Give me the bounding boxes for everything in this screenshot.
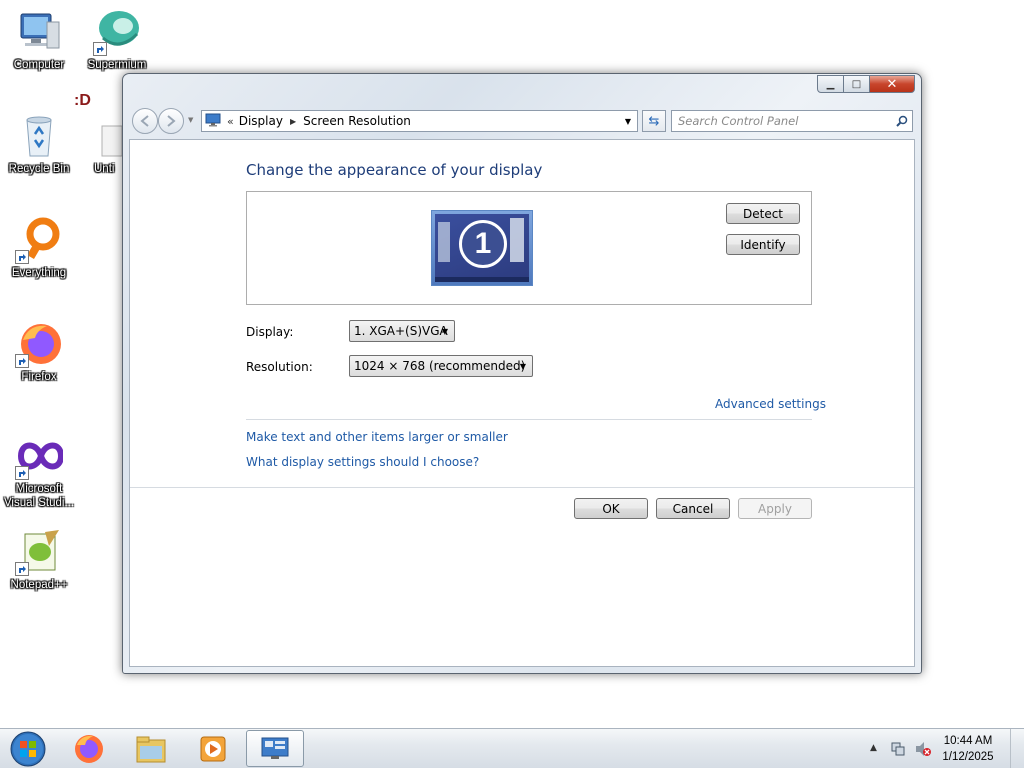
desktop-icon-label: Supermium [87, 59, 147, 71]
clock-date: 1/12/2025 [942, 751, 994, 763]
page-title: Change the appearance of your display [246, 161, 543, 179]
desktop-icon-label: Unti [94, 163, 115, 175]
monitor-screen: 1 [435, 214, 529, 282]
forward-button[interactable] [158, 108, 184, 134]
cancel-button[interactable]: Cancel [656, 498, 730, 519]
monitor-number: 1 [459, 220, 507, 268]
detect-button[interactable]: Detect [726, 203, 800, 224]
clock[interactable]: 10:44 AM 1/12/2025 [940, 733, 996, 765]
search-icon[interactable] [892, 115, 912, 127]
smiley-text: :D [74, 92, 91, 109]
desktop-icon-label: Recycle Bin [8, 163, 70, 175]
close-button[interactable]: ✕ [870, 75, 915, 93]
visual-studio-icon [15, 432, 63, 480]
recycle-bin-icon [15, 112, 63, 160]
display-control-panel-icon [205, 113, 223, 129]
taskbar: ▲ 10:44 AM 1/12/2025 [0, 728, 1024, 768]
monitor-preview-window [510, 218, 524, 262]
back-button[interactable] [132, 108, 158, 134]
breadcrumb-separator-icon[interactable]: ▶ [290, 117, 296, 126]
desktop-icon-label: Firefox [21, 371, 57, 383]
firefox-icon [75, 734, 103, 763]
footer-divider [130, 487, 914, 488]
display-settings-help-link[interactable]: What display settings should I choose? [246, 455, 479, 469]
shortcut-arrow-icon [15, 354, 29, 368]
clock-time: 10:44 AM [943, 735, 993, 747]
refresh-button[interactable]: ⇆ [642, 110, 666, 132]
display-select-value: 1. XGA+(S)VGA [354, 324, 448, 338]
desktop-icon-visual-studio[interactable]: Microsoft Visual Studi... [1, 432, 77, 510]
firefox-icon [15, 320, 63, 368]
shortcut-arrow-icon [15, 562, 29, 576]
start-button[interactable] [3, 730, 49, 768]
address-dropdown-icon[interactable]: ▼ [619, 111, 637, 131]
identify-button[interactable]: Identify [726, 234, 800, 255]
desktop-icon-everything[interactable]: Everything [1, 216, 77, 280]
address-bar[interactable]: « Display ▶ Screen Resolution ▼ [201, 110, 638, 132]
breadcrumb-display[interactable]: Display [239, 114, 283, 128]
desktop-icon-label: Everything [11, 267, 67, 279]
supermium-icon [93, 8, 141, 56]
minimize-button[interactable]: ▁ [817, 75, 844, 93]
breadcrumb-screen-resolution[interactable]: Screen Resolution [303, 114, 411, 128]
show-desktop-button[interactable] [1010, 729, 1024, 768]
advanced-settings-link[interactable]: Advanced settings [715, 397, 826, 411]
volume-muted-icon[interactable] [914, 741, 932, 760]
content-pane: Change the appearance of your display 1 … [129, 139, 915, 667]
apply-button[interactable]: Apply [738, 498, 812, 519]
system-tray: ▲ 10:44 AM 1/12/2025 [866, 729, 1024, 768]
forward-arrow-icon [167, 115, 176, 127]
show-hidden-icons-icon[interactable]: ▲ [870, 743, 877, 753]
desktop-icon-label: Notepad++ [10, 579, 68, 591]
display-settings-icon [261, 737, 289, 759]
monitor-1-preview[interactable]: 1 [431, 210, 533, 286]
resolution-select[interactable]: 1024 × 768 (recommended) ▼ [349, 355, 533, 377]
back-arrow-icon [140, 115, 149, 127]
resolution-label: Resolution: [246, 360, 313, 374]
folder-icon [136, 736, 166, 762]
search-box[interactable] [671, 110, 913, 132]
document-icon [80, 112, 122, 160]
refresh-icon: ⇆ [648, 113, 660, 129]
ok-button[interactable]: OK [574, 498, 648, 519]
display-label: Display: [246, 325, 294, 339]
navigation-bar: ▼ « Display ▶ Screen Resolution ▼ ⇆ [130, 108, 914, 134]
network-icon[interactable] [890, 741, 906, 760]
shortcut-arrow-icon [15, 250, 29, 264]
desktop-icon-label: Microsoft Visual Studi... [3, 483, 75, 509]
media-player-icon [200, 736, 226, 761]
taskbar-firefox[interactable] [60, 730, 118, 767]
monitor-preview-window [438, 222, 450, 262]
chevron-down-icon: ▼ [441, 327, 448, 336]
desktop-icon-label: Computer [13, 59, 65, 71]
search-input[interactable] [672, 112, 892, 130]
section-divider [246, 419, 812, 420]
maximize-button[interactable]: □ [844, 75, 870, 93]
notepad-plus-plus-icon [15, 528, 63, 576]
desktop-icon-notepad-plus-plus[interactable]: Notepad++ [1, 528, 77, 592]
desktop-icon-computer[interactable]: Computer [1, 8, 77, 72]
everything-search-icon [15, 216, 63, 264]
monitor-taskbar [435, 277, 529, 282]
text-size-link[interactable]: Make text and other items larger or smal… [246, 430, 508, 444]
desktop-icon-firefox[interactable]: Firefox [1, 320, 77, 384]
resolution-select-value: 1024 × 768 (recommended) [354, 359, 526, 373]
desktop-icon-untitled[interactable]: Unti [80, 112, 122, 176]
shortcut-arrow-icon [15, 466, 29, 480]
taskbar-media-player[interactable] [184, 730, 242, 767]
screen-resolution-window: ▁ □ ✕ ▼ « Display ▶ Screen Resolution ▼ … [122, 73, 922, 674]
computer-icon [15, 8, 63, 56]
windows-start-orb-icon [10, 731, 46, 767]
taskbar-display-settings[interactable] [246, 730, 304, 767]
display-select[interactable]: 1. XGA+(S)VGA ▼ [349, 320, 455, 342]
taskbar-explorer[interactable] [122, 730, 180, 767]
shortcut-arrow-icon [93, 42, 107, 56]
display-preview-area: 1 Detect Identify [246, 191, 812, 305]
window-controls: ▁ □ ✕ [817, 75, 915, 93]
address-overflow-chevron[interactable]: « [227, 115, 234, 128]
desktop-icon-recycle-bin[interactable]: Recycle Bin [1, 112, 77, 176]
recent-pages-dropdown-icon[interactable]: ▼ [188, 116, 193, 124]
chevron-down-icon: ▼ [519, 362, 526, 371]
desktop-icon-supermium[interactable]: Supermium [79, 8, 155, 72]
